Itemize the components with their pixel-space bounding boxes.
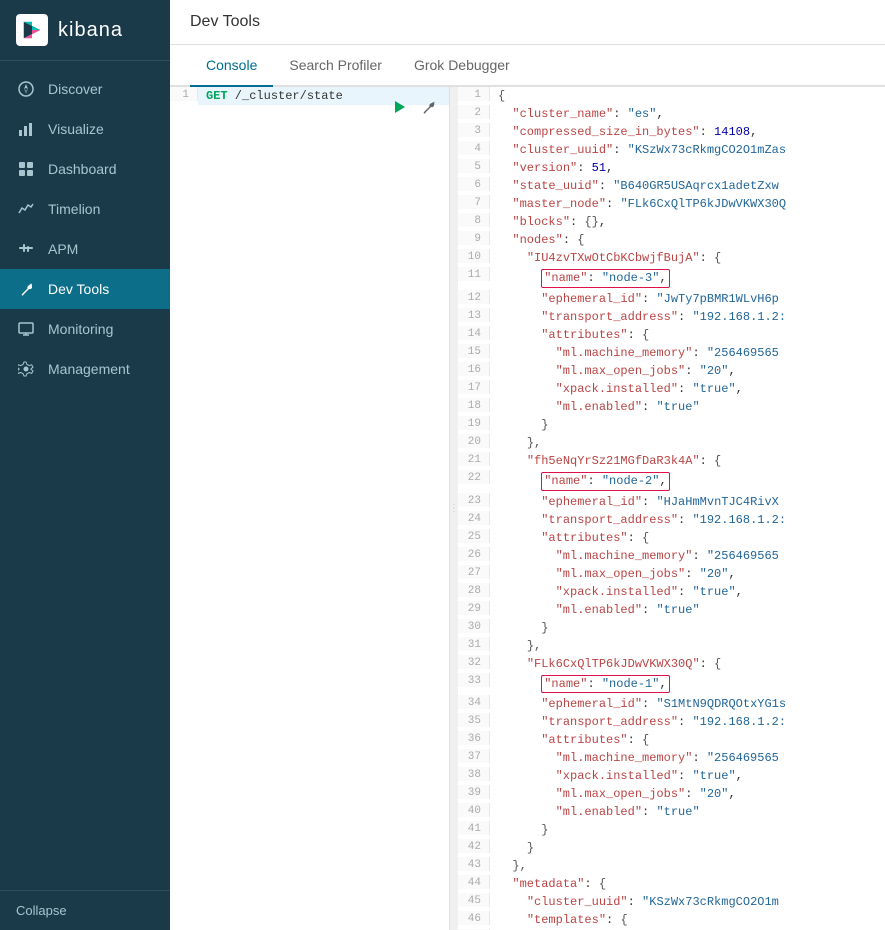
output-line: 17 "xpack.installed": "true", <box>458 380 885 398</box>
editor-area: 1 GET /_cluster/state ⋮ <box>170 87 885 930</box>
output-line: 2 "cluster_name": "es", <box>458 105 885 123</box>
output-line: 16 "ml.max_open_jobs": "20", <box>458 362 885 380</box>
editor-toolbar <box>387 95 441 119</box>
sidebar-item-dashboard[interactable]: Dashboard <box>0 149 170 189</box>
output-line: 18 "ml.enabled": "true" <box>458 398 885 416</box>
output-line: 11 "name": "node-3", <box>458 267 885 290</box>
sidebar-item-discover[interactable]: Discover <box>0 69 170 109</box>
output-line: 30 } <box>458 619 885 637</box>
output-line: 19 } <box>458 416 885 434</box>
output-pane: 1 { 2 "cluster_name": "es", 3 "compresse… <box>458 87 885 930</box>
sidebar-item-management-label: Management <box>48 361 130 377</box>
line-number-1: 1 <box>170 87 198 101</box>
output-line: 39 "ml.max_open_jobs": "20", <box>458 785 885 803</box>
output-line: 5 "version": 51, <box>458 159 885 177</box>
output-line: 26 "ml.machine_memory": "256469565 <box>458 547 885 565</box>
output-line: 23 "ephemeral_id": "HJaHmMvnTJC4RivX <box>458 493 885 511</box>
output-line: 36 "attributes": { <box>458 731 885 749</box>
output-line: 38 "xpack.installed": "true", <box>458 767 885 785</box>
output-line: 14 "attributes": { <box>458 326 885 344</box>
code-editor[interactable]: 1 GET /_cluster/state <box>170 87 449 930</box>
output-line: 29 "ml.enabled": "true" <box>458 601 885 619</box>
output-line: 43 }, <box>458 857 885 875</box>
monitor-icon <box>16 319 36 339</box>
gear-icon <box>16 359 36 379</box>
output-line: 1 { <box>458 87 885 105</box>
grid-icon <box>16 159 36 179</box>
output-line: 24 "transport_address": "192.168.1.2: <box>458 511 885 529</box>
run-button[interactable] <box>387 95 411 119</box>
output-line: 32 "FLk6CxQlTP6kJDwVKWX30Q": { <box>458 655 885 673</box>
top-bar: Dev Tools <box>170 0 885 45</box>
settings-button[interactable] <box>417 95 441 119</box>
output-line: 40 "ml.enabled": "true" <box>458 803 885 821</box>
output-line: 35 "transport_address": "192.168.1.2: <box>458 713 885 731</box>
tab-console[interactable]: Console <box>190 45 273 87</box>
wrench-icon <box>16 279 36 299</box>
output-line: 28 "xpack.installed": "true", <box>458 583 885 601</box>
tab-search-profiler-label: Search Profiler <box>289 57 382 73</box>
chart-icon <box>16 119 36 139</box>
output-line: 13 "transport_address": "192.168.1.2: <box>458 308 885 326</box>
sidebar-item-apm-label: APM <box>48 241 78 257</box>
kibana-logo-text: kibana <box>58 19 123 42</box>
tab-grok-debugger-label: Grok Debugger <box>414 57 510 73</box>
tab-grok-debugger[interactable]: Grok Debugger <box>398 45 526 87</box>
output-line: 9 "nodes": { <box>458 231 885 249</box>
output-line: 37 "ml.machine_memory": "256469565 <box>458 749 885 767</box>
sidebar-item-dashboard-label: Dashboard <box>48 161 117 177</box>
output-line: 6 "state_uuid": "B640GR5USAqrcx1adetZxw <box>458 177 885 195</box>
collapse-label: Collapse <box>16 903 67 918</box>
output-line: 34 "ephemeral_id": "S1MtN9QDRQOtxYG1s <box>458 695 885 713</box>
sidebar-item-management[interactable]: Management <box>0 349 170 389</box>
compass-icon <box>16 79 36 99</box>
sidebar-item-devtools-label: Dev Tools <box>48 281 109 297</box>
apm-icon <box>16 239 36 259</box>
output-line: 45 "cluster_uuid": "KSzWx73cRkmgCO2O1m <box>458 893 885 911</box>
output-line: 22 "name": "node-2", <box>458 470 885 493</box>
sidebar-item-timelion-label: Timelion <box>48 201 100 217</box>
sidebar-item-monitoring-label: Monitoring <box>48 321 113 337</box>
output-line: 7 "master_node": "FLk6CxQlTP6kJDwVKWX30Q <box>458 195 885 213</box>
output-line: 27 "ml.max_open_jobs": "20", <box>458 565 885 583</box>
input-pane: 1 GET /_cluster/state <box>170 87 450 930</box>
main-content: Dev Tools Console Search Profiler Grok D… <box>170 0 885 930</box>
output-line: 25 "attributes": { <box>458 529 885 547</box>
output-line: 42 } <box>458 839 885 857</box>
output-line: 10 "IU4zvTXwOtCbKCbwjfBujA": { <box>458 249 885 267</box>
output-line: 21 "fh5eNqYrSz21MGfDaR3k4A": { <box>458 452 885 470</box>
output-line: 20 }, <box>458 434 885 452</box>
pane-divider[interactable]: ⋮ <box>450 87 458 930</box>
tab-search-profiler[interactable]: Search Profiler <box>273 45 398 87</box>
output-line: 46 "templates": { <box>458 911 885 929</box>
sidebar-bottom: Collapse <box>0 890 170 930</box>
sidebar-item-visualize[interactable]: Visualize <box>0 109 170 149</box>
output-line: 15 "ml.machine_memory": "256469565 <box>458 344 885 362</box>
sidebar-logo: kibana <box>0 0 170 61</box>
timelion-icon <box>16 199 36 219</box>
sidebar-item-timelion[interactable]: Timelion <box>0 189 170 229</box>
output-line: 33 "name": "node-1", <box>458 673 885 696</box>
output-line: 12 "ephemeral_id": "JwTy7pBMR1WLvH6p <box>458 290 885 308</box>
output-line: 4 "cluster_uuid": "KSzWx73cRkmgCO2O1mZas <box>458 141 885 159</box>
page-title: Dev Tools <box>190 13 260 31</box>
output-line: 41 } <box>458 821 885 839</box>
sidebar-item-apm[interactable]: APM <box>0 229 170 269</box>
sidebar-item-visualize-label: Visualize <box>48 121 104 137</box>
output-line: 8 "blocks": {}, <box>458 213 885 231</box>
kibana-logo-icon <box>16 14 48 46</box>
output-line: 3 "compressed_size_in_bytes": 14108, <box>458 123 885 141</box>
sidebar-item-monitoring[interactable]: Monitoring <box>0 309 170 349</box>
output-code[interactable]: 1 { 2 "cluster_name": "es", 3 "compresse… <box>458 87 885 930</box>
tabs-bar: Console Search Profiler Grok Debugger <box>170 45 885 87</box>
output-line: 31 }, <box>458 637 885 655</box>
sidebar-item-discover-label: Discover <box>48 81 102 97</box>
sidebar: kibana Discover Visualize Dashboard Time… <box>0 0 170 930</box>
tab-console-label: Console <box>206 57 257 73</box>
sidebar-nav: Discover Visualize Dashboard Timelion AP… <box>0 61 170 890</box>
output-line: 44 "metadata": { <box>458 875 885 893</box>
sidebar-item-devtools[interactable]: Dev Tools <box>0 269 170 309</box>
collapse-button[interactable]: Collapse <box>16 903 154 918</box>
